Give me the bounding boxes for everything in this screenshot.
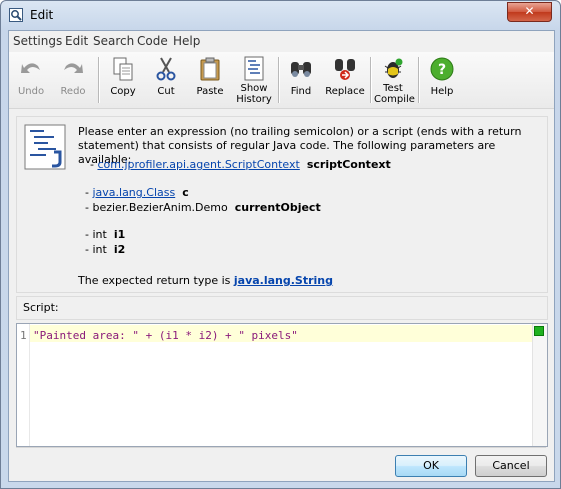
script-document-icon — [24, 124, 66, 173]
script-editor[interactable]: 1 "Painted area: " + (i1 * i2) + " pixel… — [16, 323, 548, 447]
script-code[interactable]: "Painted area: " + (i1 * i2) + " pixels" — [33, 329, 298, 342]
menu-edit[interactable]: Edit — [65, 34, 88, 48]
ok-button[interactable]: OK — [395, 455, 467, 477]
param-name: i1 — [113, 228, 126, 241]
footer-divider — [16, 447, 546, 448]
param-type-link[interactable]: com.jprofiler.api.agent.ScriptContext — [97, 158, 299, 171]
svg-text:?: ? — [438, 62, 446, 78]
param-i1: - int i1 — [85, 228, 126, 241]
toolbar-separator — [98, 57, 100, 103]
help-icon: ? — [430, 57, 454, 81]
menu-search[interactable]: Search — [93, 34, 134, 48]
find-label: Find — [290, 86, 312, 97]
param-type-link[interactable]: java.lang.Class — [92, 186, 175, 199]
menu-bar: Settings Edit Search Code Help — [9, 31, 554, 51]
replace-button[interactable]: Replace — [325, 54, 365, 106]
param-i2: - int i2 — [85, 243, 126, 256]
show-history-label-1: Show — [240, 83, 268, 94]
undo-icon — [21, 63, 40, 73]
help-label: Help — [430, 86, 454, 97]
param-currentobject: - bezier.BezierAnim.Demo currentObject — [85, 201, 321, 214]
cancel-button[interactable]: Cancel — [475, 455, 547, 477]
show-history-button[interactable]: Show History — [235, 54, 273, 106]
binoculars-icon — [291, 62, 311, 77]
redo-icon — [64, 63, 83, 73]
param-name: c — [182, 186, 189, 199]
test-compile-label-1: Test — [383, 83, 403, 94]
toolbar-separator — [370, 57, 372, 103]
test-compile-label-2: Compile — [374, 94, 415, 105]
redo-button[interactable]: Redo — [55, 54, 91, 106]
menu-settings[interactable]: Settings — [13, 34, 62, 48]
replace-icon — [335, 59, 355, 80]
history-icon — [244, 56, 264, 81]
show-history-label-2: History — [236, 94, 272, 105]
copy-button[interactable]: Copy — [105, 54, 141, 106]
line-number-gutter — [17, 324, 30, 446]
param-type: int — [92, 228, 107, 241]
bug-icon — [384, 58, 403, 78]
redo-label: Redo — [60, 86, 86, 97]
undo-button[interactable]: Undo — [13, 54, 49, 106]
title-bar[interactable]: Edit ✕ — [1, 1, 560, 29]
line-number: 1 — [20, 329, 27, 342]
toolbar: Undo Redo Copy Cut Paste Show History Fi… — [9, 52, 554, 109]
copy-label: Copy — [110, 86, 136, 97]
cut-label: Cut — [157, 86, 175, 97]
edit-dialog: Edit ✕ Settings Edit Search Code Help Un… — [0, 0, 561, 489]
script-label: Script: — [23, 301, 59, 314]
test-compile-button[interactable]: Test Compile — [374, 54, 415, 106]
paste-label: Paste — [196, 86, 224, 97]
param-type: bezier.BezierAnim.Demo — [92, 201, 228, 214]
menu-help[interactable]: Help — [173, 34, 200, 48]
menu-code[interactable]: Code — [137, 34, 168, 48]
close-button[interactable]: ✕ — [507, 2, 552, 22]
param-scriptcontext: - com.jprofiler.api.agent.ScriptContext … — [90, 158, 391, 171]
clipboard-icon — [200, 57, 220, 81]
toolbar-separator — [278, 57, 280, 103]
scissors-icon — [156, 57, 176, 81]
param-name: currentObject — [234, 201, 321, 214]
compile-status-indicator — [534, 326, 544, 336]
param-name: scriptContext — [306, 158, 391, 171]
app-icon — [9, 8, 23, 22]
param-name: i2 — [113, 243, 126, 256]
undo-label: Undo — [17, 86, 45, 97]
help-button[interactable]: ? Help — [424, 54, 460, 106]
return-type-line: The expected return type is java.lang.St… — [78, 274, 334, 287]
parameters-info-panel: Please enter an expression (no trailing … — [16, 116, 548, 293]
toolbar-separator — [418, 57, 420, 103]
window-title: Edit — [30, 8, 54, 22]
replace-label: Replace — [325, 86, 365, 97]
return-type-link[interactable]: java.lang.String — [234, 274, 333, 287]
script-label-bar: Script: — [16, 296, 548, 320]
cut-button[interactable]: Cut — [148, 54, 184, 106]
copy-icon — [113, 57, 133, 81]
param-type: int — [92, 243, 107, 256]
dialog-client: Settings Edit Search Code Help Undo Redo — [8, 30, 555, 482]
editor-scrollbar[interactable] — [532, 324, 547, 446]
param-class: - java.lang.Class c — [85, 186, 189, 199]
close-icon: ✕ — [524, 4, 535, 18]
paste-button[interactable]: Paste — [192, 54, 228, 106]
find-button[interactable]: Find — [283, 54, 319, 106]
